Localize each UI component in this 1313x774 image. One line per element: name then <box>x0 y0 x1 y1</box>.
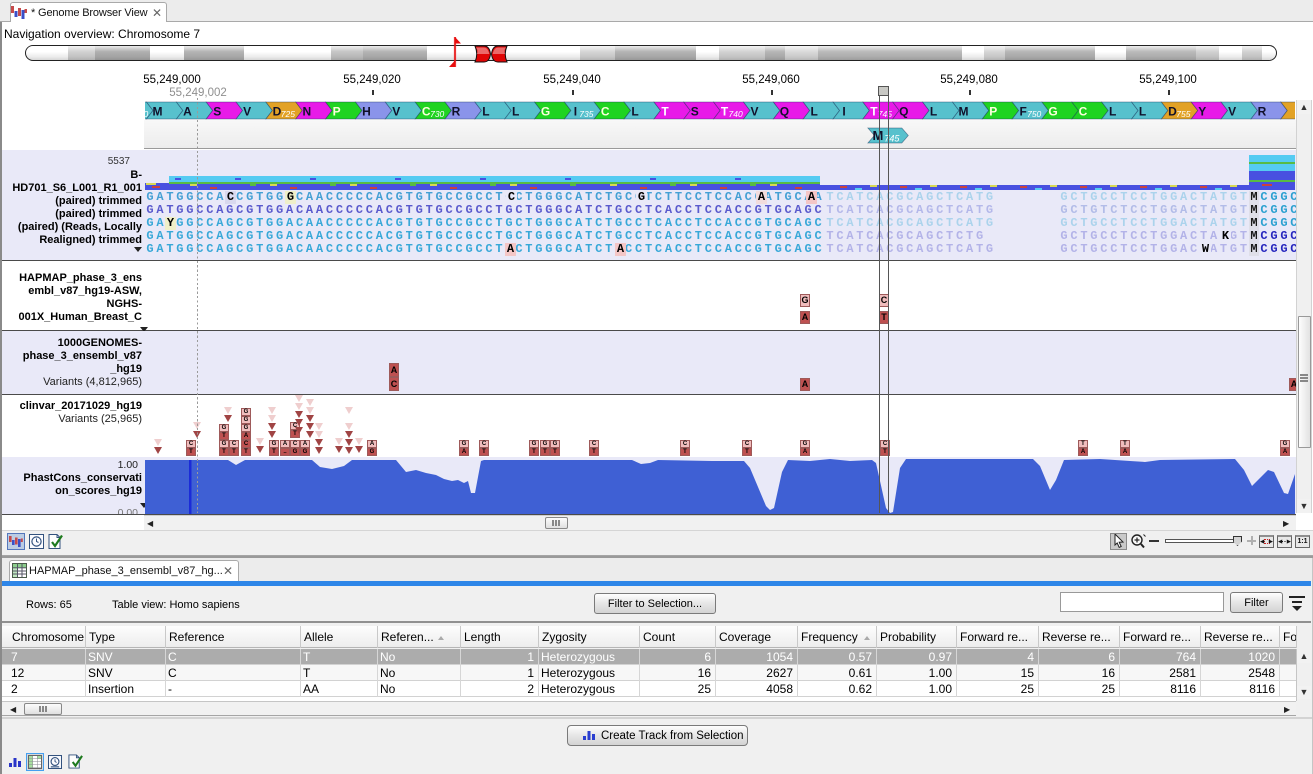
svg-text:R: R <box>1258 105 1267 119</box>
svg-text:Q: Q <box>899 105 908 119</box>
svg-text:L: L <box>512 105 519 119</box>
svg-text:S: S <box>691 105 699 119</box>
svg-text:V: V <box>392 105 400 119</box>
svg-text:S: S <box>213 105 221 119</box>
svg-text:L: L <box>811 105 818 119</box>
svg-text:750: 750 <box>1027 109 1041 119</box>
svg-text:A: A <box>183 105 192 119</box>
svg-text:L: L <box>930 105 937 119</box>
svg-text:L: L <box>1139 105 1146 119</box>
svg-text:740: 740 <box>729 109 743 119</box>
svg-text:G: G <box>541 105 550 119</box>
svg-text:F: F <box>1020 105 1027 119</box>
svg-text:P: P <box>989 105 997 119</box>
svg-text:V: V <box>750 105 758 119</box>
svg-text:C: C <box>601 105 610 119</box>
svg-text:735: 735 <box>579 109 593 119</box>
svg-text:730: 730 <box>430 109 444 119</box>
svg-text:H: H <box>362 105 371 119</box>
svg-text:V: V <box>1228 105 1236 119</box>
svg-text:M: M <box>959 105 969 119</box>
svg-text:Y: Y <box>1198 105 1206 119</box>
svg-text:725: 725 <box>281 109 295 119</box>
svg-text:I: I <box>574 105 577 119</box>
svg-text:G: G <box>1048 105 1057 119</box>
svg-text:Q: Q <box>780 105 789 119</box>
svg-text:P: P <box>333 105 341 119</box>
svg-text:I: I <box>842 105 845 119</box>
svg-text:L: L <box>631 105 638 119</box>
svg-text:755: 755 <box>1176 109 1190 119</box>
svg-text:T: T <box>661 105 669 119</box>
svg-text:L: L <box>482 105 489 119</box>
svg-text:N: N <box>302 105 311 119</box>
svg-text:L: L <box>1109 105 1116 119</box>
svg-text:M: M <box>153 105 163 119</box>
svg-text:V: V <box>243 105 251 119</box>
svg-text:C: C <box>1079 105 1088 119</box>
svg-text:R: R <box>452 105 461 119</box>
